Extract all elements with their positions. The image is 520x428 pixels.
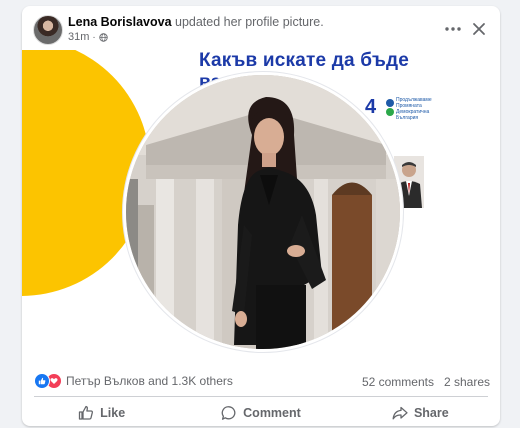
share-label: Share [413,406,449,420]
reaction-names[interactable]: Петър Вълков and 1.3K others [66,374,233,388]
counts: 52 comments 2 shares [362,375,490,389]
post-card: Lena Borislavova updated her profile pic… [22,6,500,426]
close-icon[interactable] [468,18,490,40]
post-meta: 31m · [68,31,108,43]
author-name[interactable]: Lena Borislavova [68,15,172,29]
avatar[interactable] [33,15,63,45]
post-action-text: updated her profile picture. [175,15,324,29]
share-button[interactable]: Share [341,398,500,426]
post-header: Lena Borislavova updated her profile pic… [22,6,500,50]
engagement-stats: Петър Вълков and 1.3K others 52 comments… [22,368,500,392]
like-reaction-icon [34,373,50,389]
like-button[interactable]: Like [22,398,181,426]
thumbs-up-icon [79,405,94,420]
action-bar: Like Comment Share [22,398,500,426]
comment-button[interactable]: Comment [181,398,340,426]
comment-label: Comment [243,406,301,420]
share-icon [392,406,408,420]
author-line: Lena Borislavova updated her profile pic… [68,15,324,29]
meta-separator: · [92,31,96,43]
reactions-summary[interactable]: Петър Вълков and 1.3K others [34,373,233,389]
comments-count[interactable]: 52 comments [362,375,434,389]
divider [34,396,488,397]
party-name: Продължаваме Промяната Демократична Бълг… [396,97,432,121]
more-options-icon[interactable] [442,18,464,40]
shares-count[interactable]: 2 shares [444,375,490,389]
profile-picture-media[interactable]: Какъв искате да бъде ва емиер? 4 Продълж… [22,50,500,360]
headline-line-1: Какъв искате да бъде [199,50,410,71]
profile-photo[interactable] [123,72,403,352]
party-number: 4 [365,96,377,118]
globe-icon [99,32,108,42]
timestamp[interactable]: 31m [68,31,89,43]
like-label: Like [100,406,126,420]
comment-icon [221,406,236,420]
